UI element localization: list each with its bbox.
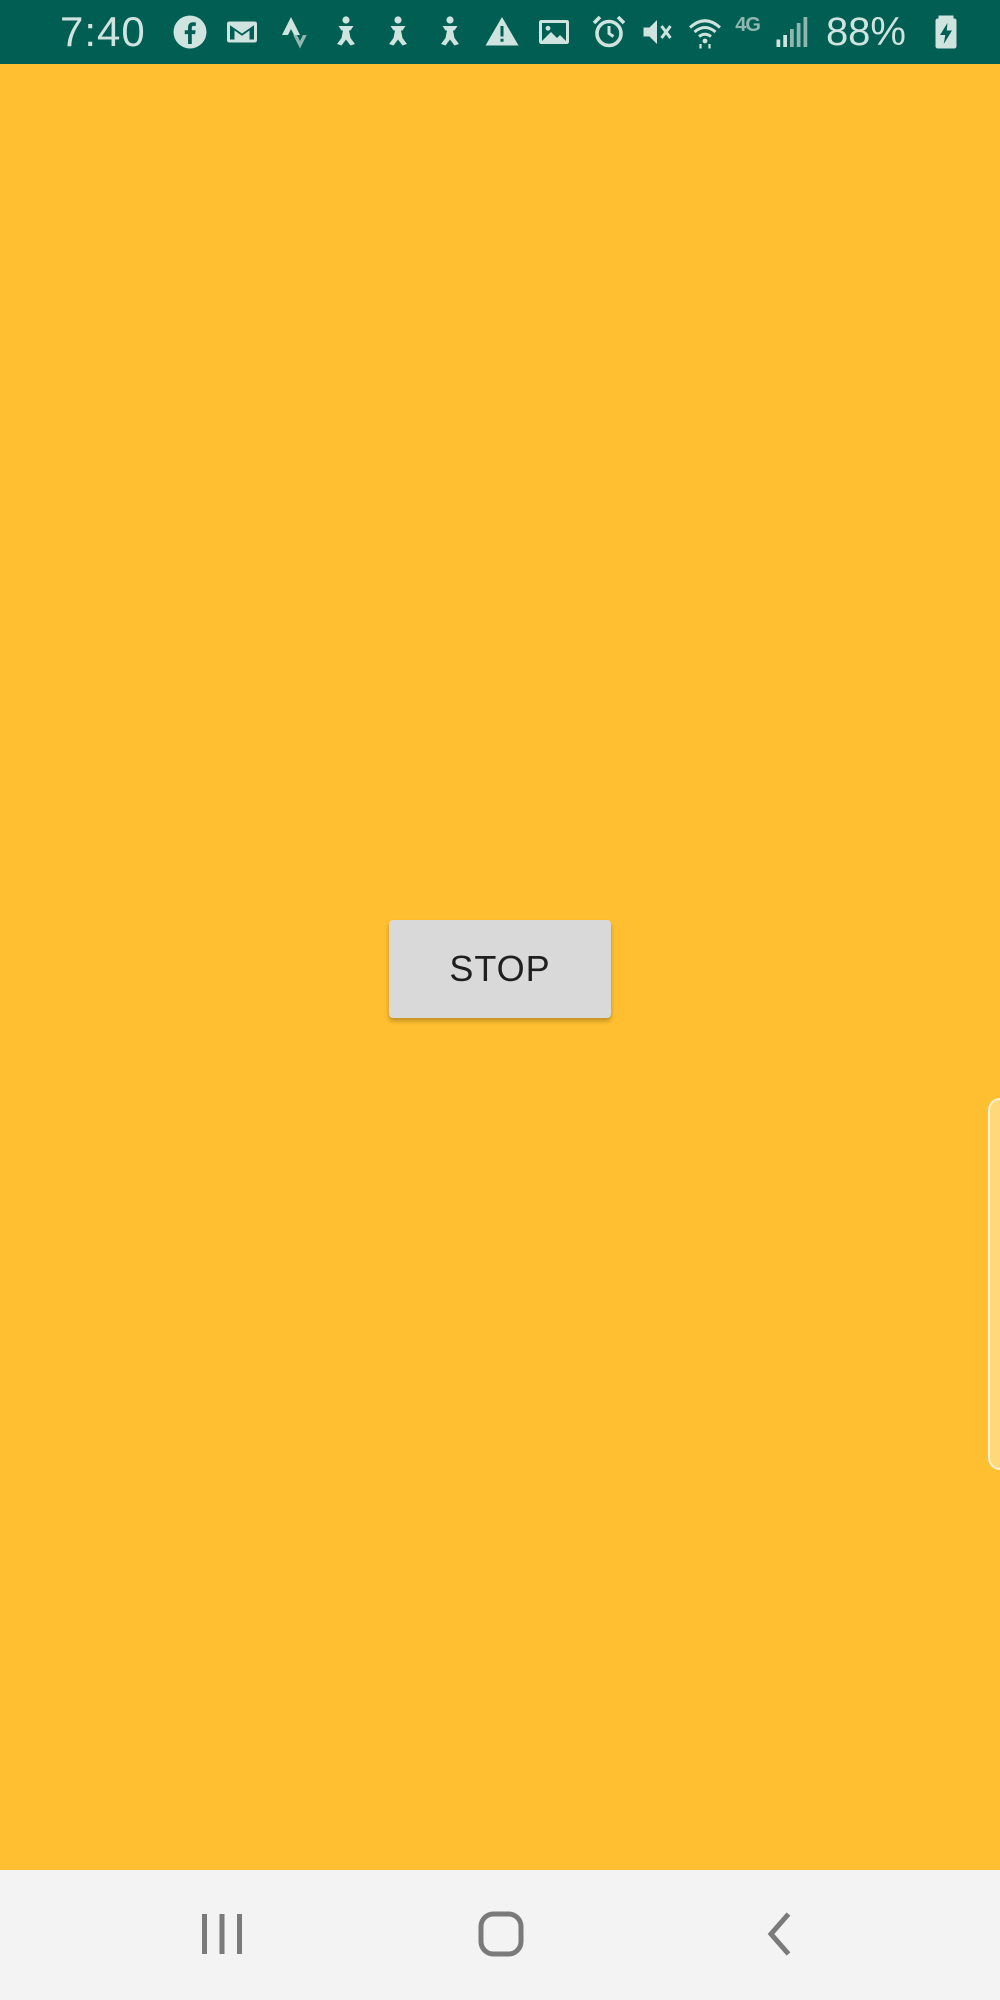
battery-charging-icon xyxy=(928,14,964,50)
signal-icon xyxy=(772,14,808,50)
warning-icon xyxy=(484,14,520,50)
status-bar: 7:40 4G 88% xyxy=(0,0,1000,64)
system-icons: 4G 88% xyxy=(591,10,964,55)
home-icon xyxy=(471,1904,531,1969)
back-icon xyxy=(751,1904,811,1969)
status-time: 7:40 xyxy=(60,8,146,55)
home-button[interactable] xyxy=(456,1898,546,1974)
alarm-icon xyxy=(591,14,627,50)
wifi-icon xyxy=(687,14,723,50)
stop-button[interactable]: STOP xyxy=(389,920,611,1018)
facebook-icon xyxy=(172,14,208,50)
back-button[interactable] xyxy=(736,1898,826,1974)
navigation-bar xyxy=(0,1870,1000,2000)
mute-icon xyxy=(639,14,675,50)
image-icon xyxy=(536,14,572,50)
recent-apps-button[interactable] xyxy=(177,1898,267,1974)
battery-percent: 88% xyxy=(825,9,906,54)
screen: 7:40 4G 88% STOP xyxy=(0,0,1000,2000)
recent-apps-icon xyxy=(192,1904,252,1969)
accessibility-icon xyxy=(328,14,364,50)
notification-icons xyxy=(172,14,572,50)
accessibility-icon xyxy=(380,14,416,50)
strava-icon xyxy=(276,14,312,50)
edge-panel-handle[interactable] xyxy=(988,1098,1000,1470)
gmail-icon xyxy=(224,14,260,50)
accessibility-icon xyxy=(432,14,468,50)
network-type-label: 4G xyxy=(735,13,761,36)
main-content: STOP xyxy=(0,64,1000,1870)
